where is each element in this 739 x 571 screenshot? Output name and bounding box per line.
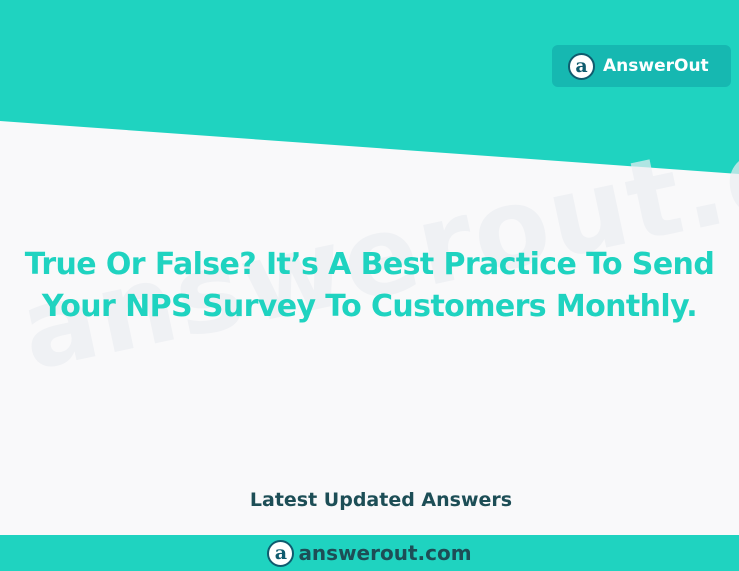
- headline-line-1: True Or False? It’s A Best Practice To S…: [24, 247, 715, 282]
- answerout-logo-icon: a: [568, 52, 595, 80]
- brand-name: AnswerOut: [603, 56, 709, 76]
- footer-band: a answerout.com: [0, 535, 739, 571]
- footer-domain-link[interactable]: answerout.com: [298, 541, 471, 565]
- brand-badge[interactable]: a AnswerOut: [552, 45, 731, 87]
- headline-line-2: Your NPS Survey To Customers Monthly.: [41, 289, 698, 324]
- question-headline: True Or False? It’s A Best Practice To S…: [0, 244, 739, 328]
- latest-answers-subtitle: Latest Updated Answers: [249, 489, 513, 511]
- answerout-logo-icon: a: [267, 539, 295, 567]
- answer-card: answerout.com a AnswerOut True Or False?…: [0, 0, 739, 571]
